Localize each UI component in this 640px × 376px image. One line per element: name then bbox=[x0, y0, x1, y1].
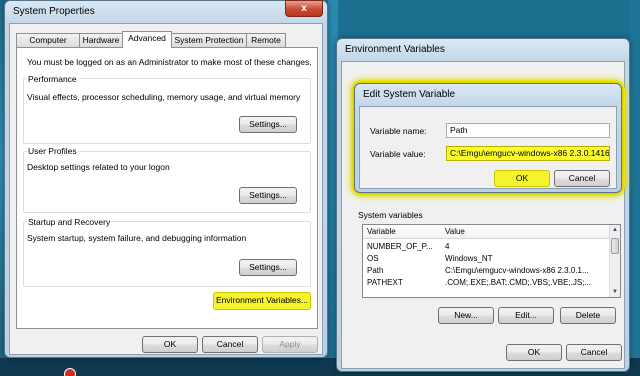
tab-advanced[interactable]: Advanced bbox=[122, 31, 172, 48]
window-title: Environment Variables bbox=[345, 44, 445, 55]
desktop-background-right bbox=[630, 0, 640, 376]
system-variables-label: System variables bbox=[358, 210, 423, 220]
table-row[interactable]: PATHEXT .COM;.EXE;.BAT;.CMD;.VBS;.VBE;.J… bbox=[363, 277, 611, 289]
system-properties-window: System Properties x Computer Name Hardwa… bbox=[4, 0, 328, 358]
scroll-up-icon[interactable]: ▲ bbox=[612, 227, 618, 233]
row-variable: OS bbox=[367, 254, 379, 263]
row-variable: NUMBER_OF_P... bbox=[367, 242, 433, 251]
cancel-button[interactable]: Cancel bbox=[202, 336, 258, 353]
taskbar-error-icon[interactable] bbox=[64, 368, 76, 376]
column-header-variable[interactable]: Variable bbox=[367, 226, 437, 238]
ok-button[interactable]: OK bbox=[142, 336, 198, 353]
startup-recovery-group bbox=[23, 221, 311, 287]
variable-name-label: Variable name: bbox=[370, 126, 427, 136]
scrollbar-thumb[interactable] bbox=[611, 238, 619, 254]
window-title: Edit System Variable bbox=[363, 89, 456, 100]
new-button[interactable]: New... bbox=[438, 307, 494, 324]
tab-computer-name[interactable]: Computer Name bbox=[16, 33, 80, 58]
environment-variables-button[interactable]: Environment Variables... bbox=[213, 292, 311, 310]
ok-button[interactable]: OK bbox=[494, 170, 550, 187]
row-variable: Path bbox=[367, 266, 384, 275]
performance-settings-button[interactable]: Settings... bbox=[239, 116, 297, 133]
apply-button[interactable]: Apply bbox=[262, 336, 318, 353]
dialog-body: Variable name: Path Variable value: C:\E… bbox=[359, 106, 617, 189]
edit-system-variable-window: Edit System Variable Variable name: Path… bbox=[354, 83, 622, 193]
performance-label: Performance bbox=[27, 74, 78, 84]
row-variable: PATHEXT bbox=[367, 278, 403, 287]
tab-remote[interactable]: Remote bbox=[246, 33, 286, 48]
advanced-tab-pane: You must be logged on as an Administrato… bbox=[16, 47, 318, 329]
tab-system-protection[interactable]: System Protection bbox=[171, 33, 247, 48]
ok-button[interactable]: OK bbox=[506, 344, 562, 361]
performance-group bbox=[23, 78, 311, 144]
row-value: .COM;.EXE;.BAT;.CMD;.VBS;.VBE;.JS;... bbox=[445, 278, 592, 287]
edit-button[interactable]: Edit... bbox=[498, 307, 554, 324]
row-value: C:\Emgu\emgucv-windows-x86 2.3.0.1... bbox=[445, 266, 589, 275]
user-profiles-settings-button[interactable]: Settings... bbox=[239, 187, 297, 204]
variable-value-field[interactable]: C:\Emgu\emgucv-windows-x86 2.3.0.1416\ bbox=[446, 146, 610, 161]
column-header-value[interactable]: Value bbox=[445, 226, 605, 238]
cancel-button[interactable]: Cancel bbox=[554, 170, 610, 187]
table-row[interactable]: OS Windows_NT bbox=[363, 253, 611, 265]
row-value: 4 bbox=[445, 242, 450, 251]
user-profiles-description: Desktop settings related to your logon bbox=[27, 162, 170, 172]
variable-value-label: Variable value: bbox=[370, 149, 426, 159]
cancel-button[interactable]: Cancel bbox=[566, 344, 622, 361]
admin-note: You must be logged on as an Administrato… bbox=[27, 57, 312, 67]
startup-recovery-description: System startup, system failure, and debu… bbox=[27, 233, 247, 243]
scroll-down-icon[interactable]: ▼ bbox=[612, 289, 618, 295]
close-button[interactable]: x bbox=[285, 0, 323, 17]
dialog-body: Computer Name Hardware Advanced System P… bbox=[9, 23, 323, 355]
table-row[interactable]: NUMBER_OF_P... 4 bbox=[363, 241, 611, 253]
list-scrollbar[interactable]: ▲ ▼ bbox=[609, 225, 620, 297]
row-value: Windows_NT bbox=[445, 254, 493, 263]
startup-recovery-label: Startup and Recovery bbox=[27, 217, 112, 227]
window-title: System Properties bbox=[13, 6, 95, 17]
user-profiles-label: User Profiles bbox=[27, 146, 78, 156]
variable-name-field[interactable]: Path bbox=[446, 123, 610, 138]
system-variables-list[interactable]: Variable Value NUMBER_OF_P... 4 OS Windo… bbox=[362, 224, 621, 298]
tab-hardware[interactable]: Hardware bbox=[79, 33, 123, 48]
performance-description: Visual effects, processor scheduling, me… bbox=[27, 92, 301, 102]
table-row[interactable]: Path C:\Emgu\emgucv-windows-x86 2.3.0.1.… bbox=[363, 265, 611, 277]
delete-button[interactable]: Delete bbox=[560, 307, 616, 324]
startup-recovery-settings-button[interactable]: Settings... bbox=[239, 259, 297, 276]
